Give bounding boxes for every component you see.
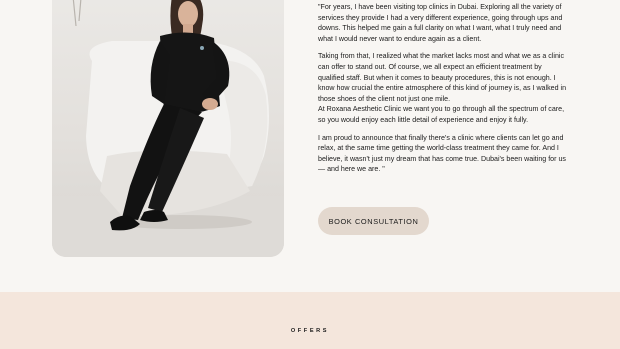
quote-paragraph-2: Taking from that, I realized what the ma…: [318, 51, 570, 104]
founder-quote: "For years, I have been visiting top cli…: [318, 2, 570, 182]
quote-paragraph-3: At Roxana Aesthetic Clinic we want you t…: [318, 105, 565, 124]
quote-paragraph-2-text: Taking from that, I realized what the ma…: [318, 52, 567, 103]
offers-heading: OFFERS: [290, 328, 330, 334]
founder-photo-illustration: [52, 0, 284, 257]
offers-section: OFFERS: [0, 292, 620, 349]
about-section: "For years, I have been visiting top cli…: [0, 0, 620, 292]
quote-paragraph-1: "For years, I have been visiting top cli…: [318, 3, 563, 43]
quote-paragraph-4: I am proud to announce that finally ther…: [318, 133, 566, 174]
founder-photo: [52, 0, 284, 257]
book-consultation-button[interactable]: BOOK CONSULTATION: [318, 207, 429, 235]
